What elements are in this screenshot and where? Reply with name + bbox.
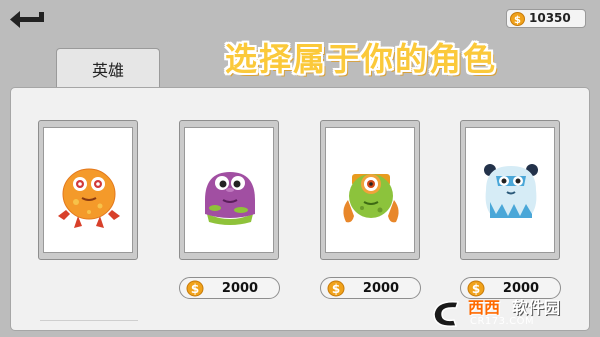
price-tag[interactable]: $ 2000 (320, 277, 421, 299)
character-portrait (43, 127, 133, 253)
blue-furry-monster-image (484, 164, 538, 218)
character-portrait (465, 127, 555, 253)
coin-amount: 10350 (529, 11, 571, 25)
watermark-c-icon (433, 301, 460, 327)
dollar-coin-icon: $ (510, 12, 525, 26)
character-portrait (184, 127, 274, 253)
orange-monster-image (58, 168, 120, 228)
back-arrow-icon (10, 11, 44, 28)
svg-text:$: $ (514, 15, 521, 26)
dollar-coin-icon: $ (327, 280, 345, 297)
green-cyclops-monster-image (343, 174, 399, 223)
character-card-green[interactable] (320, 120, 420, 260)
back-button[interactable] (8, 6, 48, 36)
character-card-orange[interactable] (38, 120, 138, 260)
price-tag[interactable]: $ 2000 (179, 277, 280, 299)
character-portrait (325, 127, 415, 253)
watermark-domain: CR173.COM (470, 316, 535, 327)
character-card-purple[interactable] (179, 120, 279, 260)
character-card-blue[interactable] (460, 120, 560, 260)
dollar-coin-icon: $ (186, 280, 204, 297)
coin-balance: $ 10350 (506, 9, 586, 28)
watermark-site: 软件园 (512, 298, 561, 317)
svg-text:$: $ (191, 282, 199, 296)
purple-monster-image (205, 172, 255, 225)
price-amount: 2000 (221, 281, 259, 296)
panel-divider (40, 320, 138, 321)
watermark-brand: 西西 (468, 298, 501, 317)
page-title: 选择属于你的角色 (224, 40, 497, 78)
tab-hero[interactable]: 英雄 (56, 48, 160, 88)
svg-text:$: $ (332, 282, 340, 296)
price-amount: 2000 (362, 281, 400, 296)
